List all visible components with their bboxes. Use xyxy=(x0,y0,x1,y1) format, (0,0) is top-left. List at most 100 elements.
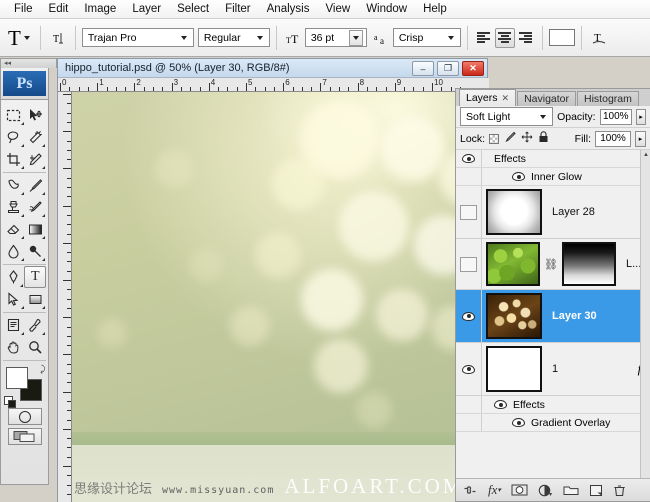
align-center-button[interactable] xyxy=(494,27,515,48)
healing-brush-tool[interactable] xyxy=(3,174,25,196)
magic-wand-tool[interactable] xyxy=(25,126,47,148)
menu-item-analysis[interactable]: Analysis xyxy=(259,0,318,18)
layer-effect-row[interactable]: Inner Glow xyxy=(456,168,650,186)
font-family-select[interactable]: Trajan Pro xyxy=(81,28,194,47)
pen-tool[interactable] xyxy=(3,266,24,288)
layer-visibility-toggle[interactable] xyxy=(456,343,482,395)
layer-effect-row[interactable]: Effects xyxy=(456,396,650,414)
move-tool[interactable] xyxy=(25,104,47,126)
notes-tool[interactable] xyxy=(3,314,25,336)
layer-effect-row[interactable]: Effects xyxy=(456,150,650,168)
layer-visibility-toggle[interactable] xyxy=(456,239,482,289)
table-row[interactable]: Layer 30 xyxy=(456,290,650,343)
quick-mask-mode-button[interactable] xyxy=(7,408,42,425)
type-tool[interactable]: T xyxy=(24,266,46,288)
chevron-down-icon[interactable] xyxy=(348,29,363,46)
vertical-ruler[interactable] xyxy=(58,92,72,502)
menu-item-help[interactable]: Help xyxy=(415,0,455,18)
effect-visibility-toggle[interactable] xyxy=(456,414,482,431)
rectangular-marquee-tool[interactable] xyxy=(3,104,25,126)
delete-layer-button[interactable] xyxy=(613,484,626,497)
menu-item-image[interactable]: Image xyxy=(76,0,124,18)
table-row[interactable]: 1 fx xyxy=(456,343,650,396)
fill-input[interactable]: 100% xyxy=(595,130,631,147)
lasso-tool[interactable] xyxy=(3,126,25,148)
menu-item-file[interactable]: File xyxy=(6,0,41,18)
opacity-stepper[interactable]: ▸ xyxy=(635,108,647,125)
eye-icon[interactable] xyxy=(494,400,507,409)
scroll-up-icon[interactable]: ▲ xyxy=(641,150,650,160)
layer-name[interactable]: Layer 28 xyxy=(546,206,650,218)
default-colors-icon[interactable] xyxy=(3,396,16,408)
rectangle-shape-tool[interactable] xyxy=(25,288,47,310)
chevron-down-icon[interactable] xyxy=(23,35,30,40)
lock-transparent-pixels-icon[interactable] xyxy=(489,133,500,144)
layer-thumbnail-cell[interactable]: ⛓ xyxy=(482,239,620,289)
align-left-button[interactable] xyxy=(474,28,494,48)
add-layer-mask-button[interactable] xyxy=(511,484,528,496)
chevron-down-icon[interactable] xyxy=(445,35,457,40)
canvas[interactable]: 思缘设计论坛 www.missyuan.com ALFOART.COM xyxy=(72,92,489,502)
document-title-bar[interactable]: hippo_tutorial.psd @ 50% (Layer 30, RGB/… xyxy=(58,59,487,78)
hand-tool[interactable] xyxy=(3,336,25,358)
clone-stamp-tool[interactable] xyxy=(3,196,25,218)
close-button[interactable]: ✕ xyxy=(462,61,484,76)
new-layer-button[interactable] xyxy=(589,484,603,497)
effect-visibility-toggle[interactable] xyxy=(456,396,482,413)
link-mask-icon[interactable]: ⛓ xyxy=(544,258,558,271)
font-style-select[interactable]: Regular xyxy=(197,28,270,47)
chevron-down-icon[interactable] xyxy=(254,35,266,40)
screen-mode-button[interactable] xyxy=(7,428,42,445)
fill-stepper[interactable]: ▸ xyxy=(635,130,646,147)
lock-all-icon[interactable] xyxy=(538,131,549,146)
blur-tool[interactable] xyxy=(3,240,25,262)
layer-thumbnail-cell[interactable] xyxy=(482,343,546,395)
swap-colors-icon[interactable]: ⤸ xyxy=(40,364,45,375)
link-layers-button[interactable] xyxy=(462,484,478,496)
layer-effect-row[interactable]: Gradient Overlay xyxy=(456,414,650,432)
new-group-button[interactable] xyxy=(563,484,579,496)
layer-name[interactable]: 1 xyxy=(546,363,638,375)
dodge-tool[interactable] xyxy=(25,240,47,262)
font-size-input[interactable]: 36 pt xyxy=(304,28,367,47)
collapse-arrows-icon[interactable]: ◂◂ xyxy=(4,60,11,67)
eye-icon[interactable] xyxy=(512,172,525,181)
horizontal-ruler[interactable]: 0 1 2 3 4 5 6 7 8 9 10 xyxy=(58,78,489,92)
lock-image-pixels-icon[interactable] xyxy=(504,131,516,146)
tab-layers[interactable]: Layers ✕ xyxy=(459,89,517,106)
eraser-tool[interactable] xyxy=(3,218,25,240)
tab-histogram[interactable]: Histogram xyxy=(577,91,639,106)
text-color-swatch[interactable] xyxy=(548,29,575,46)
chevron-down-icon[interactable] xyxy=(178,35,190,40)
menu-item-window[interactable]: Window xyxy=(358,0,415,18)
brush-tool[interactable] xyxy=(25,174,47,196)
layer-thumbnail-cell[interactable] xyxy=(482,186,546,238)
layer-style-button[interactable]: fx ▾ xyxy=(488,482,501,498)
effect-visibility-toggle[interactable] xyxy=(456,168,482,185)
restore-button[interactable]: ❐ xyxy=(437,61,459,76)
align-right-button[interactable] xyxy=(516,28,536,48)
layer-thumbnail-cell[interactable] xyxy=(482,290,546,342)
menu-item-view[interactable]: View xyxy=(317,0,358,18)
table-row[interactable]: Layer 28 xyxy=(456,186,650,239)
menu-item-layer[interactable]: Layer xyxy=(124,0,169,18)
chevron-down-icon[interactable] xyxy=(537,114,549,119)
menu-item-edit[interactable]: Edit xyxy=(41,0,77,18)
slice-tool[interactable] xyxy=(25,148,47,170)
history-brush-tool[interactable] xyxy=(25,196,47,218)
eye-icon[interactable] xyxy=(512,418,525,427)
effect-visibility-toggle[interactable] xyxy=(456,150,482,167)
warp-text-icon[interactable]: T xyxy=(588,27,610,49)
tab-navigator[interactable]: Navigator xyxy=(517,91,577,106)
layer-list[interactable]: Effects Inner Glow Layer 28 ⛓ L... Layer… xyxy=(456,150,650,480)
table-row[interactable]: ⛓ L... xyxy=(456,239,650,290)
opacity-input[interactable]: 100% xyxy=(599,108,632,125)
layer-name[interactable]: Layer 30 xyxy=(546,310,650,322)
current-tool-preset[interactable]: T xyxy=(4,27,34,49)
menu-item-select[interactable]: Select xyxy=(169,0,217,18)
layer-visibility-toggle[interactable] xyxy=(456,290,482,342)
crop-tool[interactable] xyxy=(3,148,25,170)
blend-mode-select[interactable]: Soft Light xyxy=(460,107,554,126)
menu-item-filter[interactable]: Filter xyxy=(217,0,259,18)
gradient-tool[interactable] xyxy=(25,218,47,240)
